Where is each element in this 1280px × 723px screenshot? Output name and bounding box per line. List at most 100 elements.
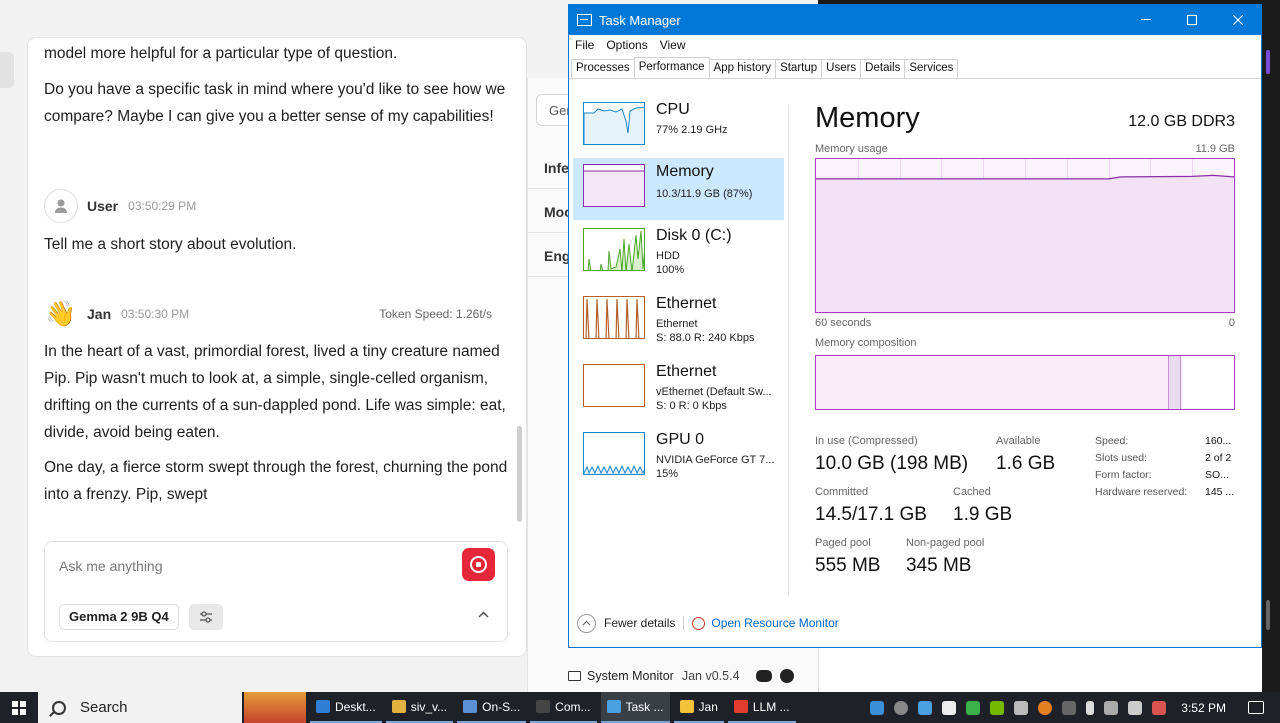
sidebar-detail: 10.3/11.9 GB (87%) (656, 188, 753, 200)
taskbar-app-button[interactable]: siv_v... (385, 692, 454, 723)
sidebar-detail: S: 88.0 R: 240 Kbps (656, 332, 755, 344)
taskbar-search[interactable]: Search (38, 692, 242, 723)
tab-details[interactable]: Details (860, 59, 906, 78)
tab-processes[interactable]: Processes (571, 59, 635, 78)
shield-icon[interactable] (966, 700, 981, 715)
taskbar-app-button[interactable]: LLM ... (727, 692, 796, 723)
app-tray-icon[interactable] (1062, 700, 1077, 715)
start-button[interactable] (0, 692, 38, 723)
taskbar-app-button[interactable]: Deskt... (310, 692, 382, 723)
menu-view[interactable]: View (654, 36, 692, 56)
stat-label: Available (996, 435, 1041, 447)
stat-label: Paged pool (815, 537, 871, 549)
discord-icon[interactable] (755, 670, 772, 682)
composition-label: Memory composition (815, 337, 917, 349)
kv-value: 145 ... (1205, 486, 1235, 498)
jan-status-bar: System Monitor Jan v0.5.4 (568, 664, 818, 688)
chat-scrollbar[interactable] (517, 426, 522, 522)
system-monitor-button[interactable]: System Monitor (587, 669, 674, 683)
inference-section[interactable]: Infe (544, 160, 569, 176)
chevron-up-icon[interactable] (478, 606, 489, 621)
tab-users[interactable]: Users (821, 59, 862, 78)
message-text: model more helpful for a particular type… (44, 45, 398, 62)
vethernet-mini-graph (583, 364, 645, 407)
sidebar-item-cpu[interactable]: CPU 77% 2.19 GHz (573, 96, 784, 158)
sidebar-item-memory[interactable]: Memory 10.3/11.9 GB (87%) (573, 158, 784, 220)
microphone-icon[interactable] (1086, 700, 1095, 715)
stat-label: In use (Compressed) (815, 435, 918, 447)
github-icon[interactable] (779, 669, 794, 683)
kv-label: Speed: (1095, 435, 1129, 447)
stat-value: 1.9 GB (953, 504, 1013, 525)
sidebar-item-gpu[interactable]: GPU 0 NVIDIA GeForce GT 7... 15% (573, 426, 784, 488)
taskbar-app-button[interactable]: On-S... (457, 692, 527, 723)
muted-speaker-icon[interactable] (1152, 700, 1167, 715)
app-tray-icon[interactable] (894, 700, 909, 715)
chevron-up-icon[interactable] (577, 613, 596, 633)
chat-input[interactable]: Ask me anything (59, 558, 163, 574)
engine-section[interactable]: Eng (544, 248, 570, 264)
taskbar-app-button[interactable]: Jan (673, 692, 724, 723)
title-bar[interactable]: Task Manager (569, 5, 1261, 35)
usage-label: Memory usage (815, 143, 888, 155)
stat-label: Committed (815, 486, 869, 498)
sidebar-title: Memory (656, 163, 714, 180)
bot-message-text: In the heart of a vast, primordial fores… (44, 343, 506, 441)
fewer-details-button[interactable]: Fewer details (604, 616, 675, 630)
usage-max: 11.9 GB (1195, 143, 1235, 155)
tab-services[interactable]: Services (904, 59, 959, 78)
model-selector[interactable]: Gemma 2 9B Q4 (59, 604, 179, 630)
stat-value: 1.6 GB (996, 453, 1056, 474)
app-tray-icon[interactable] (1038, 700, 1053, 715)
sidebar-title: Disk 0 (C:) (656, 227, 732, 244)
model-settings-button[interactable] (189, 604, 223, 630)
minimize-button[interactable] (1123, 5, 1169, 35)
sidebar-detail: S: 0 R: 0 Kbps (656, 400, 727, 412)
gpu-mini-graph (583, 432, 645, 475)
taskbar-app-button[interactable]: Com... (530, 692, 597, 723)
menu-file[interactable]: File (569, 36, 600, 56)
open-resource-monitor-link[interactable]: Open Resource Monitor (711, 616, 838, 630)
message-time: 03:50:29 PM (128, 199, 197, 213)
sidebar-item-ethernet[interactable]: Ethernet Ethernet S: 88.0 R: 240 Kbps (573, 290, 784, 352)
maximize-button[interactable] (1169, 5, 1215, 35)
audio-meter-icon[interactable] (942, 700, 957, 715)
graph-time-right: 0 (1228, 317, 1235, 329)
memory-type: 12.0 GB DDR3 (1128, 113, 1235, 130)
nvidia-icon[interactable] (990, 700, 1005, 715)
sidebar-item-vethernet[interactable]: Ethernet vEthernet (Default Sw... S: 0 R… (573, 358, 784, 420)
menu-bar: File Options View (569, 36, 692, 56)
app-icon (463, 700, 478, 713)
app-tray-icon[interactable] (1014, 700, 1029, 715)
volume-icon[interactable] (1128, 700, 1143, 715)
system-tray: 3:52 PM (865, 692, 1280, 723)
taskbar-app-button[interactable]: Task ... (600, 692, 670, 723)
tab-startup[interactable]: Startup (775, 59, 823, 78)
resource-monitor-icon (692, 616, 706, 630)
clock[interactable]: 3:52 PM (1181, 701, 1226, 715)
background-window (818, 646, 1262, 692)
tab-app-history[interactable]: App history (708, 59, 777, 78)
message-time: 03:50:30 PM (121, 307, 190, 321)
sidebar-detail: 100% (656, 264, 685, 276)
cpu-mini-graph (583, 102, 645, 145)
network-icon[interactable] (1104, 700, 1119, 715)
widget-thumbnail[interactable] (244, 692, 306, 723)
chat-input-box[interactable]: Ask me anything Gemma 2 9B Q4 (44, 541, 508, 642)
sidebar-toggle[interactable] (0, 52, 14, 88)
sidebar-detail: HDD (656, 250, 680, 262)
app-tray-icon[interactable] (918, 700, 933, 715)
notification-icon[interactable] (1248, 701, 1264, 714)
stop-generation-button[interactable] (462, 548, 495, 581)
kv-value: 160... (1205, 435, 1232, 447)
sidebar-item-disk[interactable]: Disk 0 (C:) HDD 100% (573, 222, 784, 284)
divider (788, 105, 789, 595)
sidebar-detail: Ethernet (656, 318, 698, 330)
tab-performance[interactable]: Performance (633, 57, 710, 78)
menu-options[interactable]: Options (600, 36, 653, 56)
divider (683, 616, 685, 630)
app-tray-icon[interactable] (870, 700, 885, 715)
kv-value: SO... (1205, 469, 1229, 481)
close-button[interactable] (1215, 5, 1261, 35)
app-version: Jan v0.5.4 (681, 669, 740, 683)
